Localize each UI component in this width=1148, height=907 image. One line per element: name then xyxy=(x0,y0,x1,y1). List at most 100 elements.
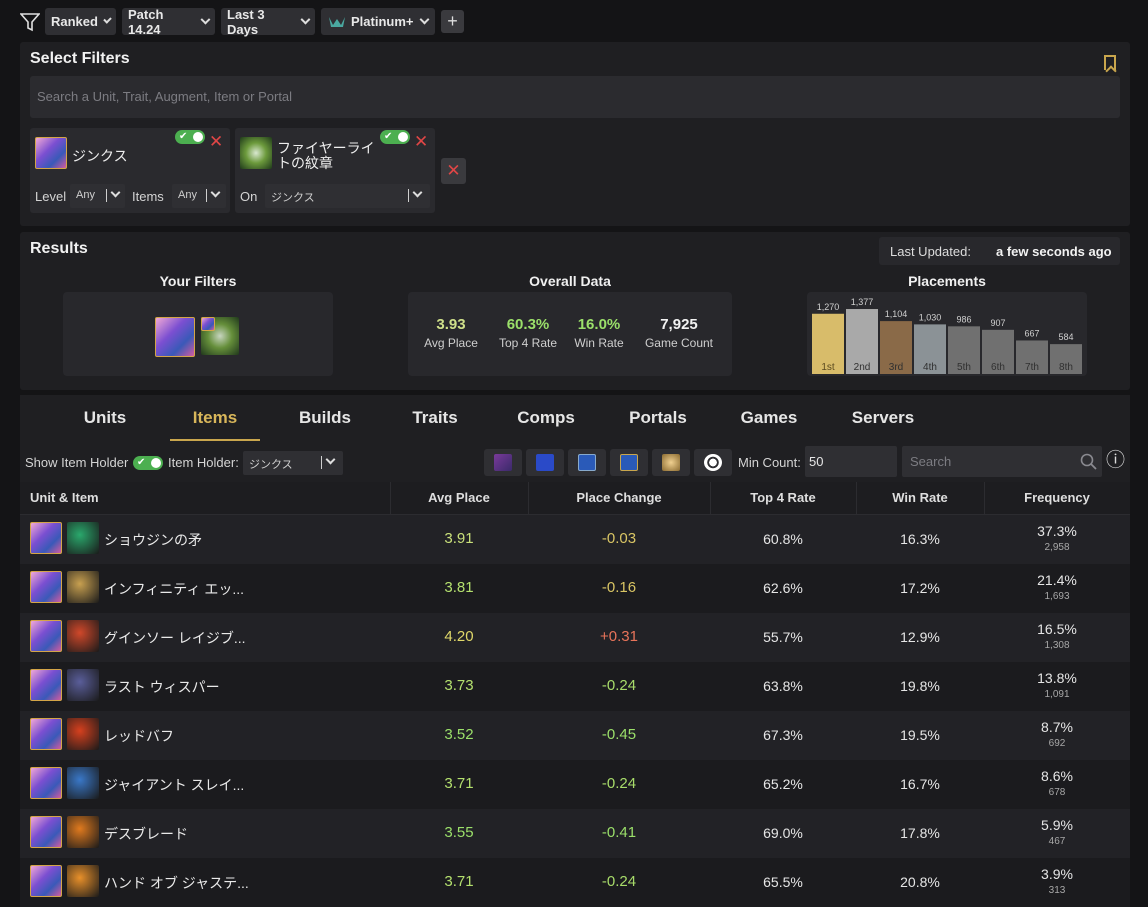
frequency-value: 37.3% xyxy=(1037,523,1077,539)
header-frequency[interactable]: Frequency xyxy=(984,490,1130,505)
item-search-input[interactable]: Search xyxy=(902,446,1102,477)
tab-traits[interactable]: Traits xyxy=(385,408,485,428)
tab-portals[interactable]: Portals xyxy=(608,408,708,428)
placement-value-label: 907 xyxy=(990,318,1005,328)
chevron-down-icon xyxy=(300,14,311,25)
mode-label: Ranked xyxy=(51,14,98,29)
item-icon xyxy=(67,767,99,799)
remove-unit-filter-icon[interactable]: ✕ xyxy=(209,133,223,150)
frequency-count: 1,091 xyxy=(1044,689,1070,700)
filter-item-icon-1[interactable] xyxy=(484,449,522,476)
header-place-change[interactable]: Place Change xyxy=(528,490,710,505)
period-label: Last 3 Days xyxy=(227,6,265,37)
chevron-down-icon xyxy=(103,15,112,24)
level-select[interactable]: Any xyxy=(70,184,125,208)
avg-place-value: 3.71 xyxy=(444,775,474,792)
chevron-down-icon xyxy=(200,14,211,25)
info-icon[interactable]: ⓘ xyxy=(1106,451,1125,471)
top4-rate-value: 60.8% xyxy=(763,531,803,547)
filter-icon[interactable] xyxy=(20,12,40,32)
placement-value-label: 667 xyxy=(1024,328,1039,338)
clear-filters-button[interactable]: ✕ xyxy=(441,158,466,184)
on-unit-select[interactable]: ジンクス xyxy=(265,184,430,208)
items-count-value: Any xyxy=(178,189,197,201)
filter-radiant-icon[interactable] xyxy=(694,449,732,476)
bookmark-icon[interactable] xyxy=(1104,55,1116,70)
level-label: Level xyxy=(35,189,67,204)
unit-filter-toggle[interactable]: ✔ xyxy=(175,130,205,144)
patch-select[interactable]: Patch 14.24 xyxy=(122,7,215,37)
show-holder-toggle[interactable]: ✔ xyxy=(133,456,163,470)
header-unit-item[interactable]: Unit & Item xyxy=(30,490,99,505)
frequency-count: 692 xyxy=(1048,738,1066,749)
item-icon xyxy=(67,865,99,897)
firelight-emblem-icon xyxy=(240,137,272,169)
item-icon xyxy=(67,522,99,554)
holder-value: ジンクス xyxy=(249,459,293,471)
jinx-portrait-icon xyxy=(30,767,62,799)
holder-select[interactable]: ジンクス xyxy=(243,451,343,475)
rank-label: Platinum+ xyxy=(351,14,414,29)
placement-value-label: 1,377 xyxy=(851,297,874,307)
search-icon[interactable] xyxy=(1080,453,1098,471)
results-title: Results xyxy=(30,240,88,257)
items-label: Items xyxy=(132,189,164,204)
item-icon xyxy=(67,620,99,652)
placement-category-label: 4th xyxy=(923,362,937,373)
item-name: ハンド オブ ジャステ... xyxy=(104,875,249,891)
your-filters-box xyxy=(63,292,333,376)
show-holder-label: Show Item Holder xyxy=(25,455,129,470)
level-value: Any xyxy=(76,189,95,201)
place-change-value: +0.31 xyxy=(600,628,638,645)
item-name: デスブレード xyxy=(104,826,188,842)
filter-search-input[interactable]: Search a Unit, Trait, Augment, Item or P… xyxy=(30,76,1120,118)
period-select[interactable]: Last 3 Days xyxy=(221,6,315,37)
win-rate-value: 16.3% xyxy=(900,531,940,547)
avg-place-value: 3.55 xyxy=(444,824,474,841)
add-filter-button[interactable]: + xyxy=(441,10,464,33)
win-rate-value: 12.9% xyxy=(900,629,940,645)
win-rate-value: 17.8% xyxy=(900,825,940,841)
tab-builds[interactable]: Builds xyxy=(275,408,375,428)
top4-rate-value: 67.3% xyxy=(763,727,803,743)
placement-category-label: 2nd xyxy=(854,362,871,373)
top4-rate-value: 63.8% xyxy=(763,678,803,694)
filter-item-icon-4[interactable] xyxy=(610,449,648,476)
last-updated-label: Last Updated: xyxy=(890,244,971,259)
header-win-rate[interactable]: Win Rate xyxy=(856,490,984,505)
item-name: インフィニティ エッ... xyxy=(104,581,245,597)
min-count-label: Min Count: xyxy=(738,455,801,470)
place-change-value: -0.03 xyxy=(601,530,637,547)
item-name: ショウジンの矛 xyxy=(104,532,202,548)
tab-units[interactable]: Units xyxy=(55,408,155,428)
your-filters-title: Your Filters xyxy=(159,273,237,289)
tab-comps[interactable]: Comps xyxy=(496,408,596,428)
jinx-portrait-icon xyxy=(30,718,62,750)
top-bar: Ranked Patch 14.24 Last 3 Days Platinum+… xyxy=(0,0,1148,42)
header-top4-rate[interactable]: Top 4 Rate xyxy=(710,490,856,505)
on-label: On xyxy=(240,189,258,204)
placement-value-label: 1,270 xyxy=(817,302,840,312)
filter-item-icon-3[interactable] xyxy=(568,449,606,476)
min-count-input[interactable]: 50 xyxy=(805,446,897,477)
frequency-count: 2,958 xyxy=(1044,542,1070,553)
win-rate-value: 19.5% xyxy=(900,727,940,743)
item-filter-toggle[interactable]: ✔ xyxy=(380,130,410,144)
tab-servers[interactable]: Servers xyxy=(833,408,933,428)
header-avg-place[interactable]: Avg Place xyxy=(390,490,528,505)
remove-item-filter-icon[interactable]: ✕ xyxy=(414,133,428,150)
item-icon xyxy=(67,816,99,848)
overall-stat-value: 7,925 xyxy=(660,316,698,333)
rank-select[interactable]: Platinum+ xyxy=(321,8,435,35)
mode-select[interactable]: Ranked xyxy=(45,8,116,35)
item-icon xyxy=(67,669,99,701)
item-filter-name-line2: トの紋章 xyxy=(277,155,333,171)
item-icon xyxy=(67,571,99,603)
jinx-portrait-icon xyxy=(30,620,62,652)
filter-item-icon-5[interactable] xyxy=(652,449,690,476)
tab-items[interactable]: Items xyxy=(165,408,265,428)
filter-item-icon-2[interactable] xyxy=(526,449,564,476)
tab-games[interactable]: Games xyxy=(719,408,819,428)
items-count-select[interactable]: Any xyxy=(172,184,226,208)
frequency-value: 13.8% xyxy=(1037,670,1077,686)
